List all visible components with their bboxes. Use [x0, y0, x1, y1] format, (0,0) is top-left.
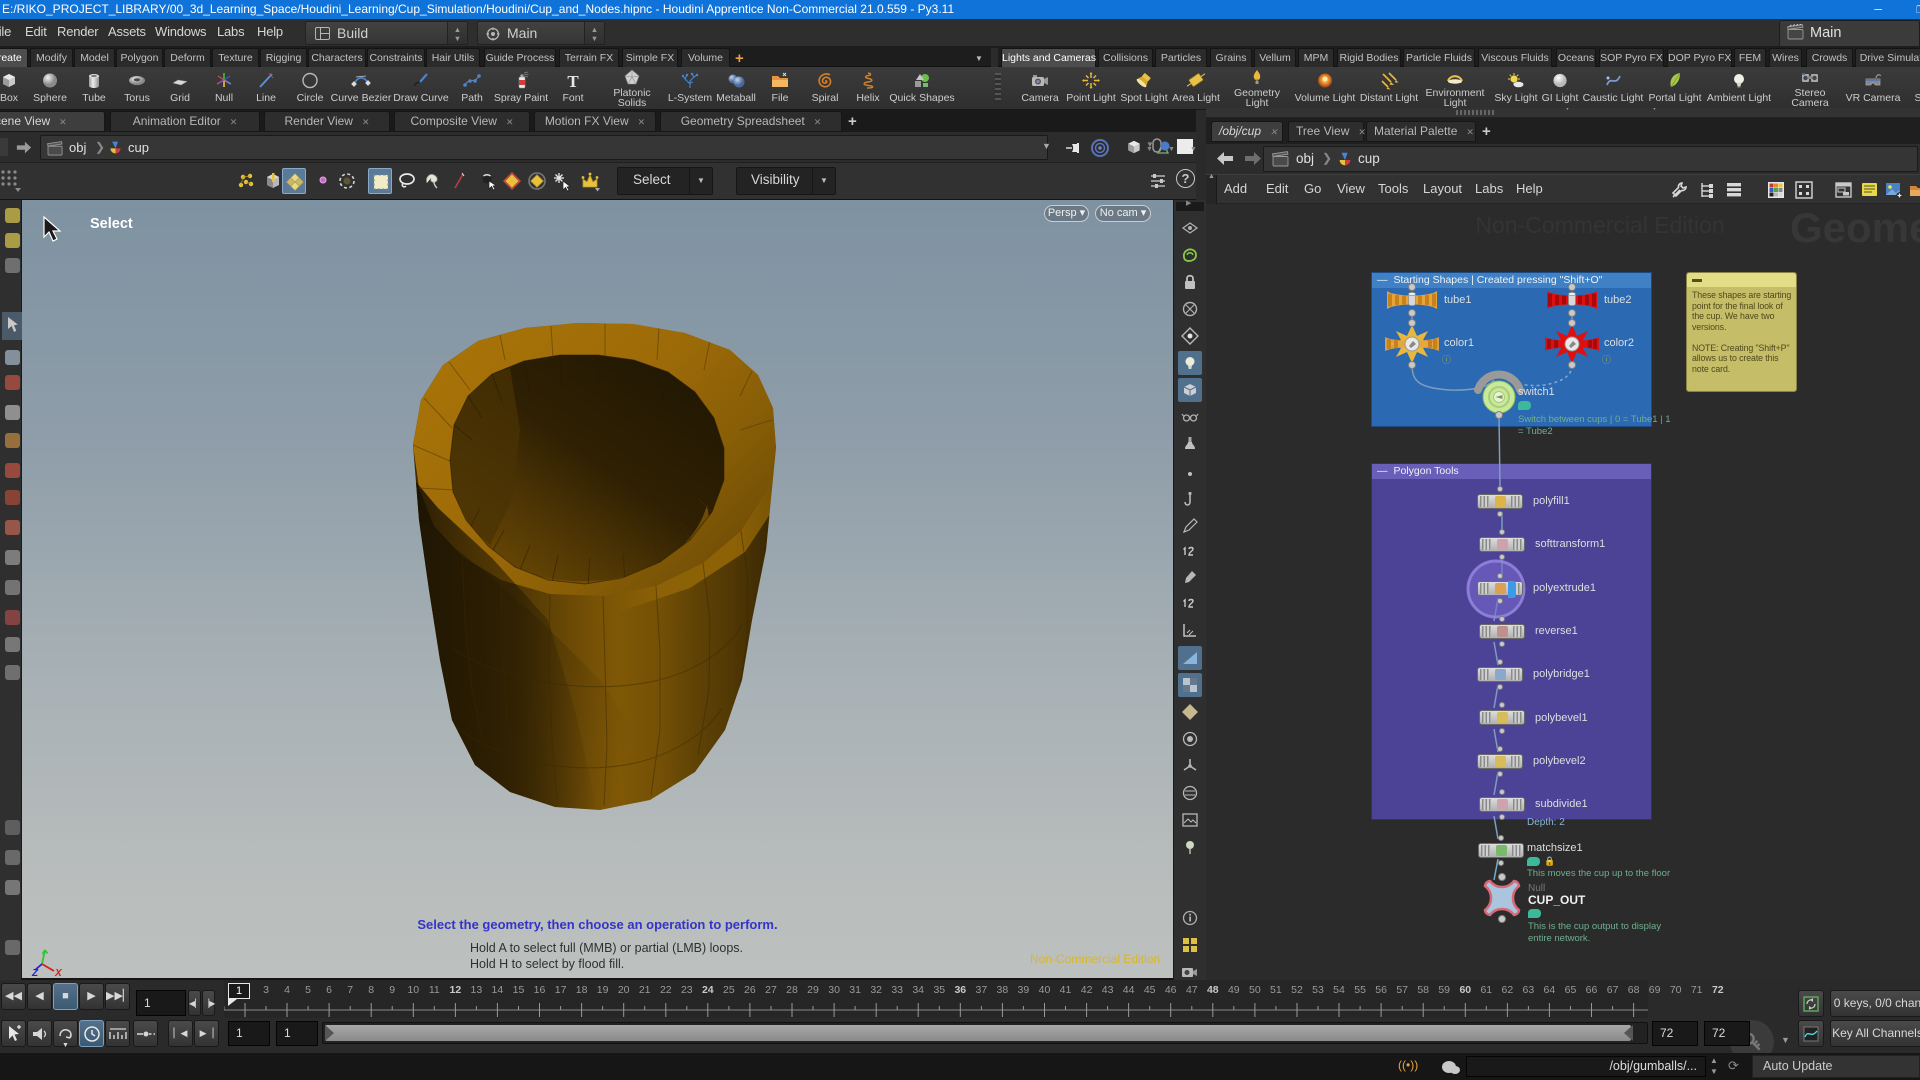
svg-text:Z: Z	[31, 968, 39, 978]
svg-text:X: X	[54, 968, 63, 978]
svg-text:T: T	[567, 72, 579, 90]
